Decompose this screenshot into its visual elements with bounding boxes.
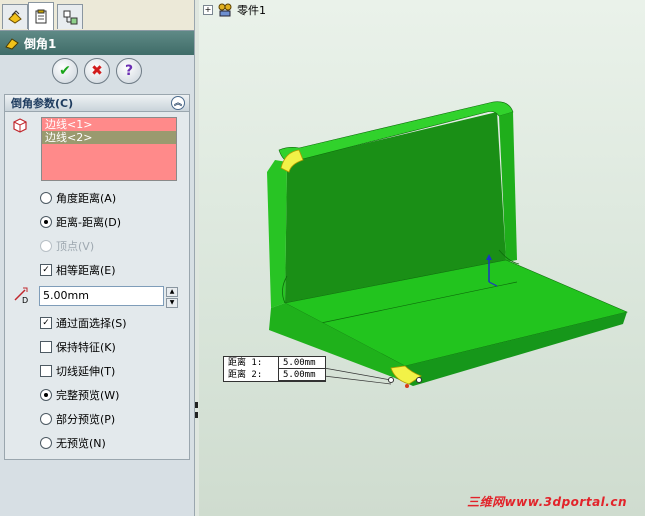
- tab-property-manager[interactable]: [28, 2, 54, 30]
- no-preview-option[interactable]: 无预览(N): [40, 435, 106, 451]
- callout-row: 距离 1: 5.00mm: [224, 357, 325, 369]
- help-button[interactable]: ?: [116, 58, 142, 84]
- chamfer-icon: [5, 38, 19, 50]
- option-label: 距离-距离(D): [56, 216, 122, 229]
- checkbox-checked[interactable]: ✓: [40, 317, 52, 329]
- distance-stepper[interactable]: ▲ ▼: [166, 287, 178, 308]
- group-title: 倒角参数(C): [11, 97, 74, 110]
- option-label: 角度距离(A): [56, 192, 117, 205]
- cancel-button[interactable]: ✖: [84, 58, 110, 84]
- distance-input[interactable]: 5.00mm: [39, 286, 164, 306]
- collapse-icon[interactable]: ︽: [171, 96, 185, 110]
- list-item[interactable]: 边线<2>: [42, 131, 176, 144]
- edge-selection-icon: [11, 116, 29, 137]
- tab-feature-manager[interactable]: [2, 4, 28, 29]
- list-item[interactable]: 边线<1>: [42, 118, 176, 131]
- partial-preview-option[interactable]: 部分预览(P): [40, 411, 115, 427]
- option-label: 切线延伸(T): [56, 365, 116, 378]
- group-header[interactable]: 倒角参数(C) ︽: [5, 95, 189, 112]
- callout-value[interactable]: 5.00mm: [278, 357, 325, 369]
- radio-button[interactable]: [40, 192, 52, 204]
- svg-text:D: D: [22, 296, 28, 305]
- configuration-manager-icon: [63, 10, 78, 25]
- radio-button: [40, 240, 52, 252]
- full-preview-option[interactable]: 完整预览(W): [40, 387, 119, 403]
- option-label: 部分预览(P): [56, 413, 116, 426]
- option-label: 相等距离(E): [56, 264, 116, 277]
- option-label: 保持特征(K): [56, 341, 116, 354]
- ok-button[interactable]: ✔: [52, 58, 78, 84]
- feature-title-bar: 倒角1: [0, 31, 194, 55]
- radio-button[interactable]: [40, 413, 52, 425]
- radio-button[interactable]: [40, 437, 52, 449]
- select-through-faces-option[interactable]: ✓ 通过面选择(S): [40, 315, 127, 331]
- property-manager: 倒角1 ✔ ✖ ? 倒角参数(C) ︽ 边线<1> 边线<2> 角度距离(A) …: [0, 0, 195, 516]
- edges-list[interactable]: 边线<1> 边线<2>: [41, 117, 177, 181]
- close-icon: ✖: [91, 63, 103, 79]
- option-label: 通过面选择(S): [56, 317, 127, 330]
- keep-features-option[interactable]: 保持特征(K): [40, 339, 116, 355]
- watermark: 三维网www.3dportal.cn: [467, 495, 627, 509]
- tangent-propagation-option[interactable]: 切线延伸(T): [40, 363, 115, 379]
- feature-title: 倒角1: [24, 36, 57, 51]
- feature-manager-icon: [8, 10, 22, 24]
- radio-button[interactable]: [40, 216, 52, 228]
- callout-label: 距离 1:: [228, 358, 263, 368]
- distance-distance-option[interactable]: 距离-距离(D): [40, 214, 121, 230]
- option-label: 无预览(N): [56, 437, 106, 450]
- chamfer-parameters-group: 倒角参数(C) ︽ 边线<1> 边线<2> 角度距离(A) 距离-距离(D) 顶…: [4, 94, 190, 460]
- checkbox[interactable]: [40, 365, 52, 377]
- option-label: 顶点(V): [56, 240, 95, 253]
- graphics-area[interactable]: + 零件1 距离 1: 5.00mm 距离 2: 5.00mm 三维网www.3…: [199, 0, 645, 516]
- callout-row: 距离 2: 5.00mm: [224, 369, 325, 381]
- help-icon: ?: [124, 63, 134, 79]
- wall-side: [267, 160, 287, 308]
- checkbox-checked[interactable]: ✓: [40, 264, 52, 276]
- part-model: [267, 101, 628, 388]
- property-manager-icon: [35, 9, 47, 23]
- confirm-row: ✔ ✖ ?: [52, 58, 142, 88]
- manager-tabs: [0, 0, 194, 31]
- equal-distance-option[interactable]: ✓ 相等距离(E): [40, 262, 116, 278]
- spin-down-icon[interactable]: ▼: [166, 298, 178, 308]
- option-label: 完整预览(W): [56, 389, 120, 402]
- distance-callout[interactable]: 距离 1: 5.00mm 距离 2: 5.00mm: [223, 356, 326, 382]
- callout-value[interactable]: 5.00mm: [278, 369, 325, 381]
- callout-label: 距离 2:: [228, 370, 263, 380]
- distance-icon: D: [12, 285, 32, 308]
- angle-distance-option[interactable]: 角度距离(A): [40, 190, 116, 206]
- vertex-option: 顶点(V): [40, 238, 94, 254]
- checkbox[interactable]: [40, 341, 52, 353]
- spin-up-icon[interactable]: ▲: [166, 287, 178, 297]
- check-icon: ✔: [59, 63, 71, 79]
- tab-configuration-manager[interactable]: [57, 4, 83, 29]
- radio-button[interactable]: [40, 389, 52, 401]
